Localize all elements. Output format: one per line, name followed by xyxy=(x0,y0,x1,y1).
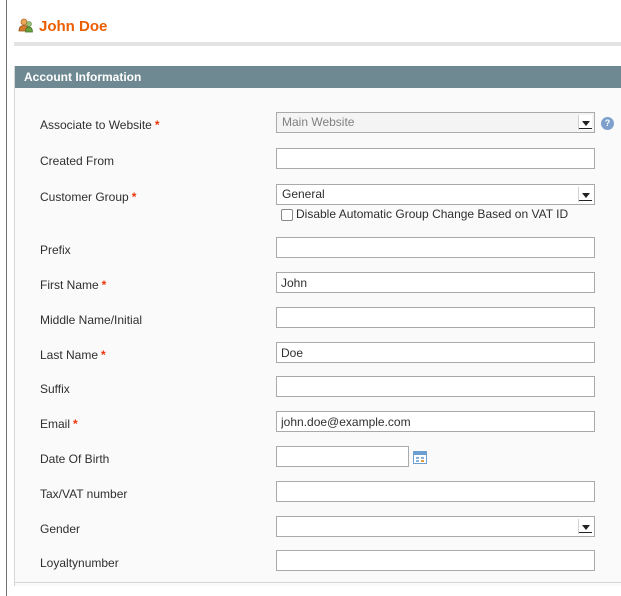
dob-row: Date Of Birth xyxy=(15,446,621,472)
disable-auto-group-checkbox[interactable] xyxy=(281,209,293,221)
created-from-label: Created From xyxy=(40,154,115,168)
dob-input[interactable] xyxy=(276,446,409,467)
customer-group-label: Customer Group * xyxy=(40,190,137,204)
gender-select[interactable] xyxy=(276,516,595,537)
chevron-down-icon xyxy=(578,187,592,202)
customer-user-icon xyxy=(18,18,33,33)
first-name-label: First Name * xyxy=(40,278,107,292)
created-from-input[interactable] xyxy=(276,148,595,169)
website-label: Associate to Website * xyxy=(40,118,160,132)
chevron-down-icon xyxy=(578,115,592,130)
required-marker: * xyxy=(131,190,137,204)
gender-label: Gender xyxy=(40,522,81,536)
window-left-border xyxy=(6,0,7,596)
prefix-label: Prefix xyxy=(40,243,71,257)
email-label: Email * xyxy=(40,417,78,431)
middle-name-row: Middle Name/Initial xyxy=(15,307,621,333)
email-input[interactable] xyxy=(276,411,595,432)
chevron-down-icon xyxy=(578,519,592,534)
required-marker: * xyxy=(154,118,160,132)
first-name-input[interactable] xyxy=(276,272,595,293)
created-from-row: Created From xyxy=(15,148,621,174)
prefix-input[interactable] xyxy=(276,237,595,258)
website-row: Associate to Website * Main Website ? xyxy=(15,112,621,138)
page-header: John Doe xyxy=(7,0,621,40)
required-marker: * xyxy=(101,278,107,292)
loyalty-input[interactable] xyxy=(276,550,595,571)
customer-group-select-value: General xyxy=(282,187,325,201)
header-divider xyxy=(14,42,621,46)
suffix-row: Suffix xyxy=(15,376,621,402)
help-icon[interactable]: ? xyxy=(601,117,614,130)
section-bottom-border xyxy=(15,582,621,583)
last-name-input[interactable] xyxy=(276,342,595,363)
website-select-value: Main Website xyxy=(282,115,355,129)
suffix-label: Suffix xyxy=(40,382,70,396)
middle-name-input[interactable] xyxy=(276,307,595,328)
calendar-icon[interactable] xyxy=(413,451,427,464)
required-marker: * xyxy=(101,348,106,362)
account-information-fieldset: Account Information Associate to Website… xyxy=(14,66,621,586)
loyalty-row: Loyaltynumber xyxy=(15,550,621,576)
email-row: Email * xyxy=(15,411,621,437)
first-name-row: First Name * xyxy=(15,272,621,298)
last-name-row: Last Name * xyxy=(15,342,621,368)
required-marker: * xyxy=(73,417,78,431)
dob-label: Date Of Birth xyxy=(40,452,110,466)
page-title: John Doe xyxy=(39,18,108,35)
suffix-input[interactable] xyxy=(276,376,595,397)
prefix-row: Prefix xyxy=(15,237,621,263)
middle-name-label: Middle Name/Initial xyxy=(40,313,143,327)
customer-group-select[interactable]: General xyxy=(276,184,595,205)
section-title: Account Information xyxy=(15,66,621,88)
taxvat-input[interactable] xyxy=(276,481,595,502)
last-name-label: Last Name * xyxy=(40,348,106,362)
taxvat-label: Tax/VAT number xyxy=(40,487,128,501)
gender-row: Gender xyxy=(15,516,621,542)
loyalty-label: Loyaltynumber xyxy=(40,556,119,570)
website-select[interactable]: Main Website xyxy=(276,112,595,133)
disable-auto-group-label: Disable Automatic Group Change Based on … xyxy=(296,207,569,221)
taxvat-row: Tax/VAT number xyxy=(15,481,621,507)
